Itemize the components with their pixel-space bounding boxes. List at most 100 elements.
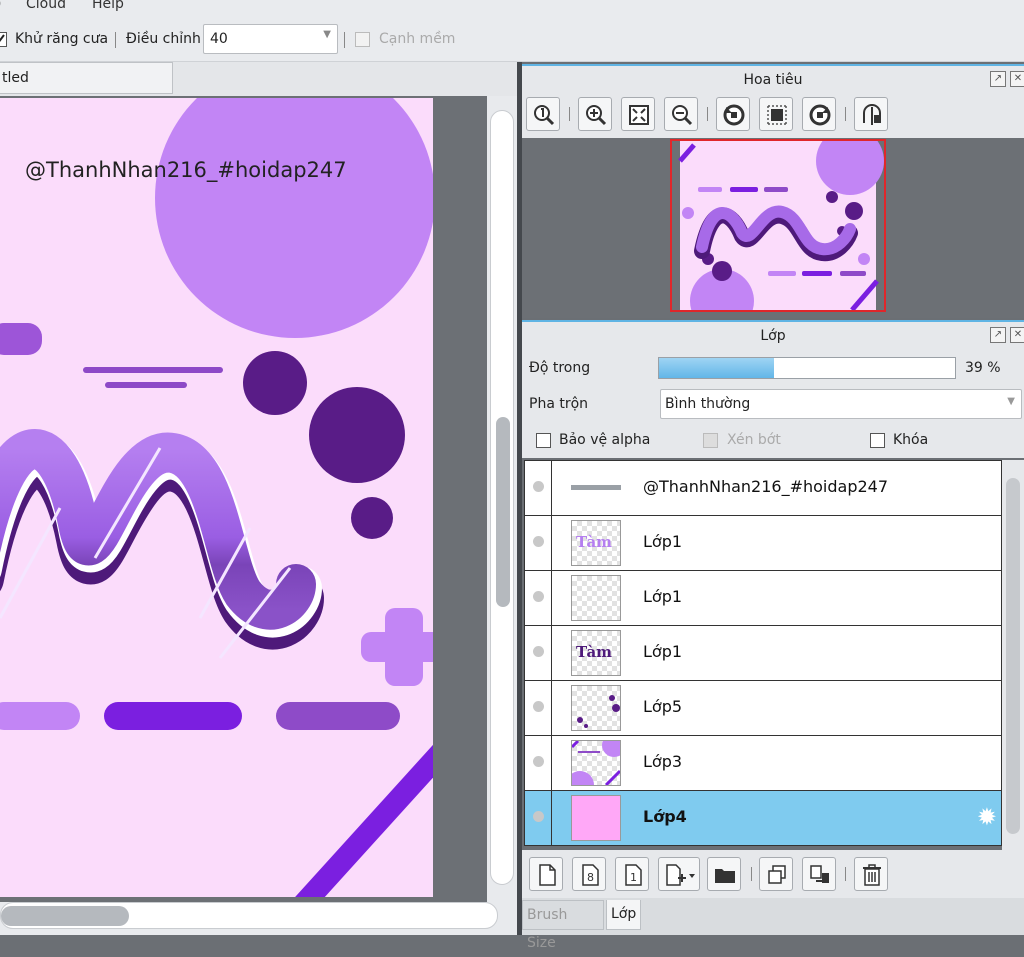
layer-name: Lớp4 [643,807,687,826]
eye-dot-icon [533,646,544,657]
layer-thumbnail [571,795,621,841]
tab-brush-size[interactable]: Brush Size [522,900,604,951]
eye-dot-icon [533,756,544,767]
layer-list: @ThanhNhan216_#hoidap247 Tàm Lớp1 Lớp1 T… [524,460,1002,846]
line-shape [105,382,187,388]
delete-layer-button[interactable] [854,857,888,891]
rotate-right-button[interactable] [802,97,836,131]
rotate-left-button[interactable] [716,97,750,131]
popout-icon[interactable]: ↗ [990,71,1006,87]
layer-name: Lớp5 [643,697,683,716]
layer-name: Lớp1 [643,587,683,606]
eye-dot-icon [533,591,544,602]
divider [845,867,846,881]
close-icon[interactable]: ✕ [1010,327,1024,343]
opacity-label: Độ trong [529,360,591,376]
check-icon [0,34,5,42]
navigator-title: Hoa tiêu [743,72,803,88]
layer-name: Lớp1 [643,642,683,661]
divider [707,107,708,121]
merge-layer-button[interactable]: 1 [615,857,649,891]
lock-checkbox[interactable] [870,433,885,448]
navigator-panel-header: Hoa tiêu ↗ ✕ [522,64,1024,94]
zoom-in-icon [586,105,607,126]
layer-row-selected[interactable]: Lớp4 ✹ [525,791,1001,846]
duplicate-layer-button[interactable]: 8 [572,857,606,891]
rotate-left-icon [723,104,745,126]
canvas-vertical-scrollbar[interactable] [487,96,517,902]
drawing-canvas[interactable]: @ThanhNhan216_#hoidap247 [0,98,433,897]
eye-dot-icon [533,811,544,822]
add-layer-menu-button[interactable] [658,857,700,891]
visibility-toggle[interactable] [525,626,552,680]
reset-rotation-button[interactable] [759,97,793,131]
document-tab[interactable]: tled [0,62,173,94]
layer-row[interactable]: Lớp3 [525,736,1001,791]
lettering [0,429,324,659]
clipping-checkbox[interactable] [703,433,718,448]
eye-dot-icon [533,481,544,492]
popout-icon[interactable]: ↗ [990,327,1006,343]
copy-layer-button[interactable] [759,857,793,891]
divider [115,32,116,48]
visibility-toggle[interactable] [525,736,552,790]
antialias-label: Khử răng cưa [15,31,109,47]
blend-mode-select[interactable]: Bình thường ▼ [660,389,1022,419]
flip-button[interactable] [854,97,888,131]
opacity-slider[interactable] [658,357,956,379]
lock-label: Khóa [893,432,929,448]
zoom-out-icon [672,105,693,126]
blob-dot [351,497,393,539]
protect-alpha-checkbox[interactable] [536,433,551,448]
brush-options-bar: Khử răng cưa Điều chỉnh 40 ▼ Cạnh mềm [0,16,1024,62]
menu-item-help[interactable]: Help [92,0,124,12]
visibility-toggle[interactable] [525,571,552,625]
layer-thumbnail: Tàm [571,630,621,676]
soft-edge-checkbox[interactable] [355,32,370,47]
zoom-actual-button[interactable] [526,97,560,131]
zoom-in-button[interactable] [578,97,612,131]
artwork [0,98,433,897]
text-layer-icon [571,485,621,490]
layer-row[interactable]: Tàm Lớp1 [525,626,1001,681]
visibility-toggle[interactable] [525,681,552,735]
layer-row[interactable]: Lớp5 [525,681,1001,736]
scroll-thumb[interactable] [496,417,510,607]
layer-row[interactable]: Lớp1 [525,571,1001,626]
layer-list-scrollbar[interactable] [1002,460,1024,850]
canvas-horizontal-scrollbar[interactable] [0,902,517,935]
scroll-thumb[interactable] [1,906,129,926]
menu-edge: ) [0,0,1,12]
divider [569,107,570,121]
large-circle [155,98,433,338]
layer-thumbnail [571,685,621,731]
antialias-checkbox[interactable] [0,32,7,47]
soft-edge-label: Cạnh mềm [379,31,456,47]
close-icon[interactable]: ✕ [1010,71,1024,87]
chevron-down-icon: ▼ [323,29,331,40]
reset-rotation-icon [767,105,787,125]
visibility-toggle[interactable] [525,516,552,570]
layer-row[interactable]: @ThanhNhan216_#hoidap247 [525,461,1001,516]
zoom-actual-icon [534,105,555,126]
merge-down-button[interactable] [802,857,836,891]
adjust-select[interactable]: 40 ▼ [203,24,338,54]
thumb-dots [577,695,620,728]
watermark-text: @ThanhNhan216_#hoidap247 [25,158,347,182]
diagonal-stripe [295,744,433,897]
layer-row[interactable]: Tàm Lớp1 [525,516,1001,571]
tab-layers[interactable]: Lớp [606,900,642,930]
scroll-thumb[interactable] [1006,478,1020,834]
menu-item-cloud[interactable]: Cloud [26,0,66,12]
chevron-down-icon: ▼ [1007,396,1015,407]
divider [845,107,846,121]
visibility-toggle[interactable] [525,791,552,845]
zoom-out-button[interactable] [664,97,698,131]
navigator-preview[interactable] [670,139,886,312]
new-folder-button[interactable] [707,857,741,891]
gear-icon[interactable]: ✹ [977,805,997,829]
fit-button[interactable] [621,97,655,131]
blob-dot [243,351,307,415]
visibility-toggle[interactable] [525,461,552,515]
new-layer-button[interactable] [529,857,563,891]
